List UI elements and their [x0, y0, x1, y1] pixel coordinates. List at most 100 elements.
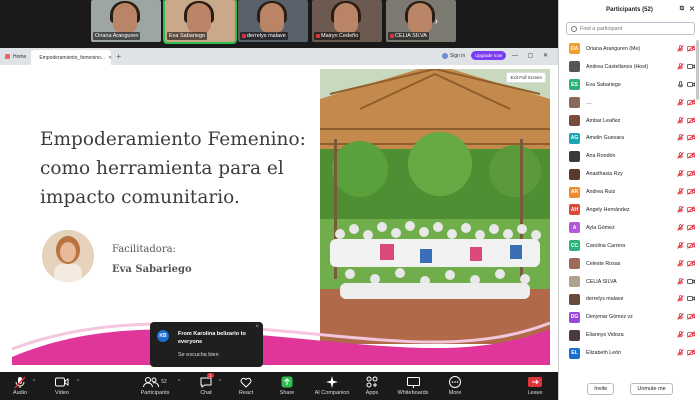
video-button[interactable]: Video — [42, 375, 82, 396]
participant-row[interactable]: EL Elizabeth León — [559, 344, 700, 362]
search-input[interactable] — [580, 25, 690, 32]
participant-list: OA Oriana Aranguren (Me) Andrea Castellano… — [559, 40, 700, 376]
participant-status — [677, 45, 695, 52]
more-label: More — [448, 390, 462, 396]
participant-row[interactable]: A Ayla Gómez — [559, 219, 700, 237]
participant-row[interactable]: Ambar Leañez — [559, 112, 700, 130]
share-button[interactable]: Share — [267, 375, 307, 396]
participant-list-scrollbar[interactable] — [696, 40, 699, 100]
participant-name: Oriana Aranguren (Me) — [586, 45, 641, 52]
participant-status — [677, 188, 695, 195]
chat-caret[interactable]: ^ — [219, 379, 221, 385]
participant-name: Amelin Guevara — [586, 135, 624, 142]
participant-status — [677, 224, 695, 231]
participant-name: Eva Sabariego — [586, 81, 621, 88]
unmute-me-button[interactable]: Unmute me — [630, 383, 673, 395]
participant-row[interactable]: CELIA SILVA — [559, 273, 700, 291]
video-tile[interactable]: Oriana Aranguren — [91, 0, 161, 42]
tab-close-icon[interactable]: ✕ — [108, 55, 112, 61]
notification-close-icon[interactable]: × — [255, 324, 259, 330]
mic-muted-icon — [677, 134, 684, 142]
participant-status — [677, 98, 695, 106]
participant-row[interactable]: ES Eva Sabariego — [559, 76, 700, 94]
participant-row[interactable]: CC Carolina Carrera — [559, 237, 700, 255]
participant-status — [677, 80, 695, 88]
audio-label: Audio — [12, 390, 28, 396]
camera-off-icon — [687, 206, 695, 213]
participants-icon: 52 — [143, 375, 167, 389]
participant-face — [113, 3, 137, 33]
tab-home[interactable]: Home — [0, 49, 31, 64]
participant-photo — [569, 329, 580, 341]
participant-row[interactable]: AR Andrea Ruiz — [559, 183, 700, 201]
popout-icon[interactable]: ⧉ — [680, 6, 684, 13]
participant-row[interactable]: Andrea Castellanos (Host) — [559, 58, 700, 76]
group-photo: Exit Full Screen — [320, 69, 550, 344]
react-button[interactable]: React — [226, 375, 266, 396]
participant-row[interactable]: derrelys malave — [559, 290, 700, 308]
slide-title: Empoderamiento Femenino: como herramient… — [40, 129, 306, 208]
camera-off-icon — [687, 349, 695, 356]
mic-muted-icon — [677, 116, 684, 124]
participant-photo — [569, 97, 580, 109]
mic-muted-icon — [677, 313, 684, 321]
participant-row[interactable]: Celeste Rosas — [559, 255, 700, 273]
tab-current[interactable]: Empoderamiento_femenino... ✕ — [31, 50, 112, 65]
mic-muted-icon — [677, 277, 684, 285]
video-tile[interactable]: derrelys malave — [238, 0, 308, 42]
ai-companion-button[interactable]: AI Companion — [312, 375, 352, 396]
video-label: Video — [55, 390, 69, 396]
participant-status — [677, 170, 695, 178]
leave-button[interactable]: Leave — [515, 375, 555, 396]
participant-row[interactable]: OA Oriana Aranguren (Me) — [559, 40, 700, 58]
tile-name-tag: derrelys malave — [240, 32, 288, 40]
apps-button[interactable]: Apps — [352, 375, 392, 396]
close-panel-icon[interactable]: ✕ — [689, 5, 695, 13]
participant-avatar: AG — [569, 132, 580, 144]
participant-row[interactable]: Eliannys Vidoza — [559, 326, 700, 344]
participant-row[interactable]: .... — [559, 94, 700, 112]
participant-avatar: A — [569, 222, 580, 234]
audio-caret[interactable]: ^ — [33, 379, 35, 385]
video-tile[interactable]: CELIA SILVA — [386, 0, 456, 42]
participant-search[interactable] — [566, 22, 695, 35]
more-button[interactable]: More — [435, 375, 475, 396]
participants-caret[interactable]: ^ — [178, 379, 180, 385]
participant-avatar: ES — [569, 79, 580, 91]
window-controls[interactable]: — ▢ ✕ — [512, 52, 552, 59]
camera-off-icon — [687, 241, 695, 249]
exit-fullscreen-button[interactable]: Exit Full Screen — [506, 72, 546, 83]
whiteboards-button[interactable]: Whiteboards — [393, 375, 433, 396]
participant-photo — [569, 115, 580, 126]
video-tile[interactable]: Mairyn Cedeño — [312, 0, 382, 42]
mic-muted-icon — [316, 34, 320, 38]
chat-notification[interactable]: KB From Karolina belizario to everyone S… — [150, 322, 263, 367]
apps-label: Apps — [365, 390, 379, 396]
zoom-meeting-window: Oriana Aranguren Eva Sabariego derrelys ma… — [0, 0, 700, 400]
gallery-next-icon[interactable]: › — [435, 16, 438, 27]
tile-name-tag: Eva Sabariego — [167, 32, 208, 40]
invite-button[interactable]: Invite — [587, 383, 615, 395]
mic-muted-icon — [677, 45, 684, 52]
camera-off-icon — [687, 170, 695, 178]
participant-row[interactable]: AH Angely Hernández — [559, 201, 700, 219]
participant-photo — [569, 293, 580, 305]
upgrade-button[interactable]: Upgrade now — [471, 51, 506, 60]
participant-name: Anasthasia Rzy — [586, 171, 623, 178]
participant-row[interactable]: AG Amelin Guevara — [559, 129, 700, 147]
participants-button[interactable]: 52 Participants — [135, 375, 175, 396]
video-tile[interactable]: Eva Sabariego — [163, 0, 237, 44]
facilitator-label: Facilitadora: — [112, 244, 176, 255]
new-tab-icon[interactable]: + — [116, 52, 121, 61]
sign-in-button[interactable]: Sign in — [441, 52, 465, 59]
tab-home-label: Home — [13, 53, 27, 60]
participant-row[interactable]: Anasthasia Rzy — [559, 165, 700, 183]
chat-label: Chat — [200, 390, 212, 396]
panel-title: Participants (52) — [606, 7, 653, 13]
mic-muted-icon — [14, 375, 26, 389]
participant-status — [677, 295, 695, 303]
sparkle-icon — [326, 375, 338, 389]
participant-row[interactable]: DG Denymar Gómez vz — [559, 308, 700, 326]
participant-row[interactable]: Ana Rondón — [559, 147, 700, 165]
video-caret[interactable]: ^ — [77, 379, 79, 385]
